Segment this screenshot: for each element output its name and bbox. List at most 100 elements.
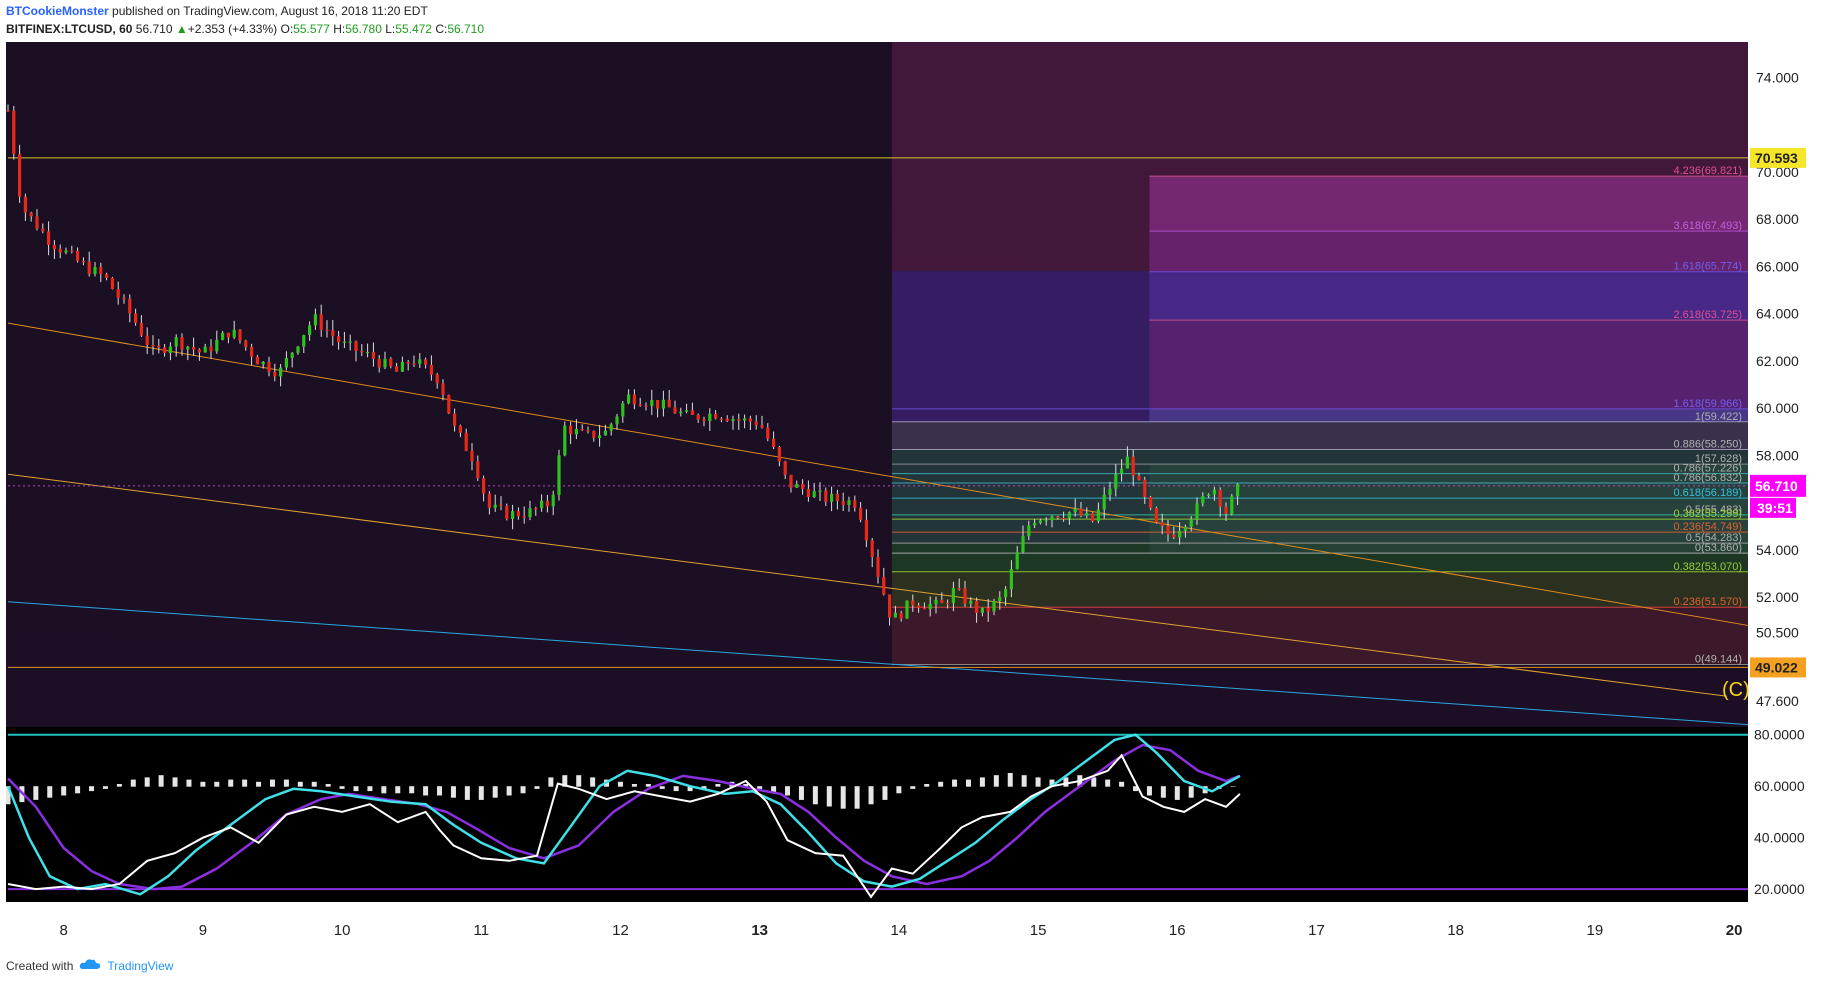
time-tick-label: 14	[891, 922, 908, 939]
candle-body	[969, 600, 973, 604]
histogram-bar	[785, 786, 791, 796]
candle-body	[685, 410, 689, 412]
candle-body	[609, 424, 613, 431]
candle-body	[656, 399, 660, 409]
time-tick-label: 9	[199, 922, 207, 939]
candle-body	[899, 612, 903, 619]
tradingview-link[interactable]: TradingView	[107, 959, 173, 973]
candle-body	[963, 588, 967, 604]
candle-body	[482, 478, 486, 494]
candle-body	[1149, 496, 1153, 508]
histogram-bar	[1105, 779, 1111, 787]
candle-body	[1166, 525, 1170, 535]
candle-body	[1131, 456, 1135, 476]
candle-body	[1004, 589, 1008, 598]
candle-body	[1062, 517, 1066, 520]
candle-body	[632, 394, 636, 405]
candle-body	[946, 603, 950, 605]
price-tick-label: 62.000	[1756, 353, 1799, 369]
high-value: 56.780	[345, 22, 382, 36]
candle-body	[702, 419, 706, 421]
last-price: 56.710	[135, 22, 173, 36]
candle-body	[551, 494, 555, 507]
current-price-label: 56.710	[1755, 478, 1798, 494]
candle-body	[998, 597, 1002, 602]
histogram-bar	[186, 779, 192, 787]
candle-body	[221, 332, 225, 340]
candle-body	[192, 346, 196, 350]
price-chart[interactable]: 4.236(69.821) 3.618(67.493) 1.618(65.774) 2…	[0, 42, 1828, 950]
low-label: L:	[385, 22, 396, 36]
candle-body	[424, 359, 428, 365]
candle-body	[580, 428, 584, 431]
candle-body	[290, 352, 294, 359]
histogram-bar	[33, 786, 39, 800]
candle-body	[922, 607, 926, 610]
histogram-bar	[1035, 777, 1041, 787]
histogram-bar	[882, 786, 888, 800]
candle-body	[464, 432, 468, 451]
fib-level-label: 0.786(56.832)	[1674, 472, 1743, 484]
candle-body	[928, 603, 932, 610]
open-label: O:	[280, 22, 294, 36]
time-tick-label: 12	[612, 922, 629, 939]
histogram-bar	[339, 786, 345, 789]
close-label: C:	[435, 22, 448, 36]
histogram-bar	[590, 777, 596, 787]
histogram-bar	[938, 781, 944, 787]
candle-body	[708, 413, 712, 421]
candle-body	[569, 425, 573, 435]
candle-body	[371, 351, 375, 359]
time-tick-label: 20	[1726, 922, 1743, 939]
candle-body	[250, 346, 254, 357]
candle-body	[940, 599, 944, 604]
histogram-bar	[896, 786, 902, 794]
candle-body	[876, 557, 880, 577]
histogram-bar	[1007, 772, 1013, 787]
candle-body	[458, 425, 462, 433]
time-tick-label: 10	[334, 922, 351, 939]
candle-body	[1218, 489, 1222, 507]
histogram-bar	[798, 786, 804, 800]
histogram-bar	[423, 786, 429, 796]
price-tick-label: 58.000	[1756, 447, 1799, 463]
candle-body	[139, 322, 143, 336]
indicator-tick-label: 60.0000	[1754, 778, 1805, 794]
histogram-bar	[673, 786, 679, 792]
price-change: +2.353 (+4.33%)	[187, 22, 278, 36]
candle-body	[493, 504, 497, 508]
histogram-bar	[283, 779, 289, 787]
candle-body	[1067, 512, 1071, 519]
candle-body	[1033, 522, 1037, 526]
candle-body	[911, 600, 915, 606]
candle-body	[447, 394, 451, 414]
histogram-bar	[952, 779, 958, 787]
candle-body	[128, 299, 132, 314]
histogram-bar	[464, 786, 470, 800]
candle-body	[441, 383, 445, 395]
candle-body	[296, 346, 300, 353]
level-price-label: 49.022	[1755, 659, 1798, 675]
time-tick-label: 19	[1587, 922, 1604, 939]
fib-level-label: 0(49.144)	[1695, 654, 1742, 666]
histogram-bar	[617, 781, 623, 787]
candle-body	[70, 250, 74, 252]
histogram-bar	[924, 783, 930, 787]
candle-body	[226, 332, 230, 338]
candle-body	[1189, 519, 1193, 527]
fib-level-label: 0.382(53.070)	[1674, 561, 1743, 573]
fib-level-label: 0.886(58.250)	[1674, 438, 1743, 450]
candle-body	[627, 394, 631, 404]
candle-body	[951, 588, 955, 604]
candle-body	[1108, 488, 1112, 495]
fib-zone	[1149, 464, 1748, 554]
candle-body	[1154, 507, 1158, 523]
candle-body	[157, 345, 161, 348]
candle-body	[957, 588, 961, 590]
candle-body	[418, 359, 422, 364]
author-link[interactable]: BTCookieMonster	[6, 4, 109, 18]
candle-body	[748, 418, 752, 422]
histogram-bar	[256, 781, 262, 787]
candle-body	[360, 351, 364, 353]
low-value: 55.472	[395, 22, 432, 36]
